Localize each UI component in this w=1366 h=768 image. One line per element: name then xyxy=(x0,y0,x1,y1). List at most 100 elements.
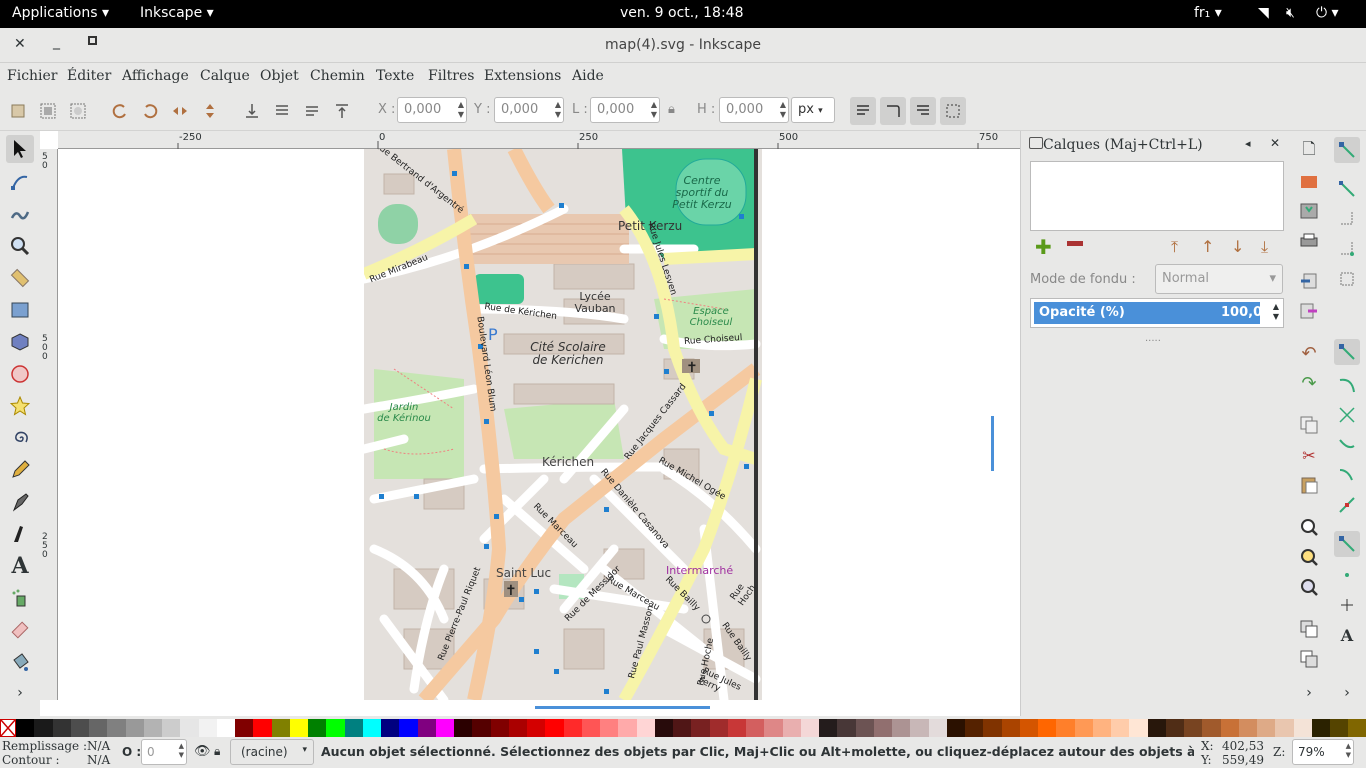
color-swatch[interactable] xyxy=(1275,719,1294,737)
dock-close-icon[interactable]: ✕ xyxy=(1270,136,1280,150)
remove-layer-icon[interactable] xyxy=(1067,241,1083,246)
power-icon[interactable]: ⏻ ▾ xyxy=(1316,5,1339,21)
y-field[interactable]: 0,000 ▲ ▼ xyxy=(494,97,564,123)
color-swatch[interactable] xyxy=(490,719,509,737)
menu-calque[interactable]: Calque xyxy=(200,68,250,84)
vertical-ruler[interactable]: 5 0 5 0 0 2 5 0 xyxy=(40,149,58,700)
color-swatch[interactable] xyxy=(1001,719,1020,737)
menu-affichage[interactable]: Affichage xyxy=(122,68,189,84)
color-swatch[interactable] xyxy=(746,719,765,737)
export-icon[interactable] xyxy=(1297,299,1321,323)
opacity-slider[interactable]: Opacité (%) 100,0 ▲ ▼ xyxy=(1030,298,1284,328)
dock-iconify-icon[interactable]: ◂ xyxy=(1245,137,1251,150)
color-swatch[interactable] xyxy=(1311,719,1330,737)
color-swatch[interactable] xyxy=(1165,719,1184,737)
snap-rotation-center-icon[interactable] xyxy=(1335,563,1359,587)
color-swatch[interactable] xyxy=(308,719,327,737)
lock-icon[interactable]: 🔒︎ xyxy=(668,102,675,117)
color-swatch[interactable] xyxy=(965,719,984,737)
color-swatch[interactable] xyxy=(837,719,856,737)
color-swatch[interactable] xyxy=(1019,719,1038,737)
color-swatch[interactable] xyxy=(1257,719,1276,737)
pen-tool-icon[interactable] xyxy=(6,488,34,516)
snap-smooth-nodes-icon[interactable] xyxy=(1335,433,1359,457)
color-swatch[interactable] xyxy=(1111,719,1130,737)
color-swatch[interactable] xyxy=(1348,719,1366,737)
color-swatch[interactable] xyxy=(417,719,436,737)
scale-corners-icon[interactable] xyxy=(880,97,906,125)
snap-midpoints-icon[interactable] xyxy=(1335,463,1359,487)
more-snap-icon[interactable]: › xyxy=(1335,681,1359,705)
blend-mode-select[interactable]: Normal ▾ xyxy=(1155,264,1283,294)
snap-bbox-edges-icon[interactable] xyxy=(1335,207,1359,231)
color-swatch[interactable] xyxy=(1184,719,1203,737)
more-commands-icon[interactable]: › xyxy=(1297,681,1321,705)
import-icon[interactable] xyxy=(1297,269,1321,293)
color-swatch[interactable] xyxy=(709,719,728,737)
move-patterns-icon[interactable] xyxy=(940,97,966,125)
menu-extensions[interactable]: Extensions xyxy=(484,68,561,84)
x-field[interactable]: 0,000 ▲ ▼ xyxy=(397,97,467,123)
flip-horizontal-icon[interactable] xyxy=(168,99,192,123)
spiral-tool-icon[interactable] xyxy=(6,424,34,452)
color-swatch[interactable] xyxy=(563,719,582,737)
move-gradients-icon[interactable] xyxy=(910,97,936,125)
node-tool-icon[interactable] xyxy=(6,168,34,196)
3d-box-tool-icon[interactable] xyxy=(6,328,34,356)
color-swatch[interactable] xyxy=(910,719,929,737)
star-tool-icon[interactable] xyxy=(6,392,34,420)
color-swatch[interactable] xyxy=(983,719,1002,737)
color-swatch[interactable] xyxy=(600,719,619,737)
color-swatch[interactable] xyxy=(1238,719,1257,737)
new-document-icon[interactable]: 🗋︎ xyxy=(1297,139,1321,163)
layers-list[interactable] xyxy=(1030,161,1284,231)
snap-intersections-icon[interactable] xyxy=(1335,403,1359,427)
layer-to-bottom-icon[interactable]: ⤓ xyxy=(1261,237,1268,257)
snap-text-baseline-icon[interactable] xyxy=(1335,593,1359,617)
color-swatch[interactable] xyxy=(16,719,35,737)
menu-fichier[interactable]: Fichier xyxy=(7,68,58,84)
color-swatch[interactable] xyxy=(344,719,363,737)
snap-bbox-corners-icon[interactable] xyxy=(1335,237,1359,261)
duplicate-icon[interactable] xyxy=(1297,617,1321,641)
wifi-icon[interactable]: ◥ xyxy=(1258,5,1269,21)
select-all-icon[interactable] xyxy=(6,99,30,123)
zoom-page-icon[interactable] xyxy=(1297,575,1321,599)
clock[interactable]: ven. 9 oct., 18:48 xyxy=(620,5,743,21)
spray-tool-icon[interactable] xyxy=(6,584,34,612)
app-menu[interactable]: Inkscape ▾ xyxy=(140,5,214,21)
color-swatch[interactable] xyxy=(1202,719,1221,737)
layer-up-icon[interactable]: ↑ xyxy=(1201,237,1214,256)
raise-icon[interactable] xyxy=(300,99,324,123)
color-swatch[interactable] xyxy=(782,719,801,737)
color-swatch[interactable] xyxy=(654,719,673,737)
calligraphy-tool-icon[interactable] xyxy=(6,520,34,548)
zoom-drawing-icon[interactable] xyxy=(1297,545,1321,569)
color-swatch[interactable] xyxy=(673,719,692,737)
cut-icon[interactable]: ✂ xyxy=(1297,443,1321,467)
copy-icon[interactable] xyxy=(1297,413,1321,437)
add-layer-icon[interactable]: ✚ xyxy=(1035,235,1052,259)
map-drawing[interactable]: ✝ ✝ Centre sportif du Petit Kerzu Petit … xyxy=(364,149,762,700)
color-swatch[interactable] xyxy=(89,719,108,737)
color-swatch[interactable] xyxy=(1147,719,1166,737)
horizontal-scrollbar[interactable] xyxy=(535,706,710,709)
color-swatch[interactable] xyxy=(527,719,546,737)
color-swatch[interactable] xyxy=(1293,719,1312,737)
color-swatch[interactable] xyxy=(855,719,874,737)
color-palette[interactable] xyxy=(0,719,1366,737)
clone-icon[interactable] xyxy=(1297,647,1321,671)
color-swatch[interactable] xyxy=(180,719,199,737)
color-swatch[interactable] xyxy=(691,719,710,737)
snap-nodes-icon[interactable] xyxy=(1334,339,1360,365)
color-swatch[interactable] xyxy=(1092,719,1111,737)
color-swatch[interactable] xyxy=(362,719,381,737)
color-swatch[interactable] xyxy=(399,719,418,737)
open-icon[interactable] xyxy=(1297,169,1321,193)
snap-others-icon[interactable] xyxy=(1334,531,1360,557)
color-swatch[interactable] xyxy=(764,719,783,737)
color-swatch[interactable] xyxy=(618,719,637,737)
color-swatch[interactable] xyxy=(800,719,819,737)
color-swatch[interactable] xyxy=(125,719,144,737)
layer-to-top-icon[interactable]: ⤒ xyxy=(1171,237,1178,257)
